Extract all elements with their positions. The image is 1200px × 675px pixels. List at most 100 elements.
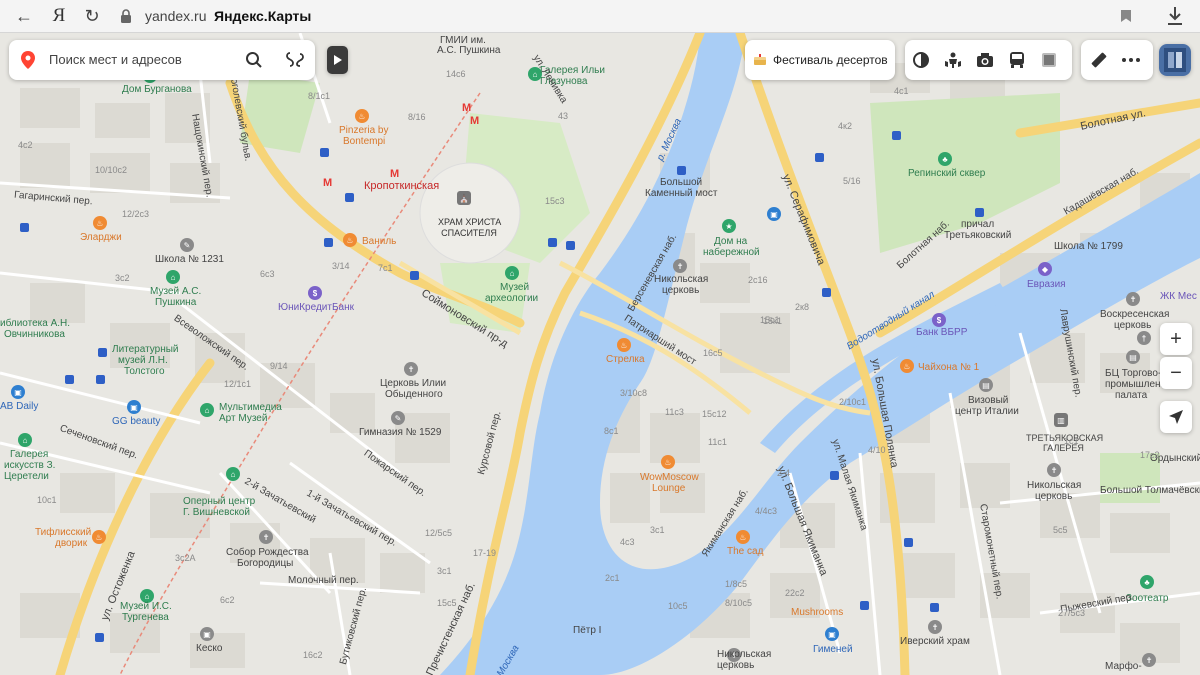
restaurant-icon[interactable]: ♨ — [343, 233, 357, 247]
restaurant-icon[interactable]: ♨ — [900, 359, 914, 373]
museum-icon[interactable]: ⌂ — [200, 403, 214, 417]
bank-icon[interactable]: $ — [932, 313, 946, 327]
poi-label[interactable]: А.С. Пушкина — [437, 45, 500, 56]
poi-label[interactable]: дворик — [55, 538, 87, 549]
yandex-logo[interactable]: Я — [47, 5, 71, 27]
map-layers-icon[interactable] — [905, 44, 937, 76]
metro-icon[interactable]: М — [470, 115, 479, 127]
poi-label[interactable]: Каменный мост — [645, 188, 717, 199]
gallery-icon[interactable]: ▥ — [1054, 413, 1068, 427]
poi-label[interactable]: иблиотека А.Н. — [0, 318, 70, 329]
poi-label[interactable]: Богородицы — [237, 558, 293, 569]
poi-label[interactable]: Стрелка — [606, 354, 645, 365]
poi-label[interactable]: Гименей — [813, 644, 853, 655]
poi-label[interactable]: ЮниКредитБанк — [278, 302, 354, 313]
restaurant-icon[interactable]: ♨ — [736, 530, 750, 544]
shop-icon[interactable]: ▣ — [127, 400, 141, 414]
poi-label[interactable]: Тургенева — [122, 612, 169, 623]
monument-icon[interactable]: † — [1137, 331, 1151, 345]
museum-icon[interactable]: ⌂ — [505, 266, 519, 280]
shop-icon[interactable]: ▣ — [200, 627, 214, 641]
poi-label[interactable]: Школа № 1231 — [155, 254, 224, 265]
bus-stop-icon[interactable] — [975, 208, 984, 217]
bus-stop-icon[interactable] — [320, 148, 329, 157]
poi-label[interactable]: Ваниль — [362, 236, 396, 247]
shop-icon[interactable]: ▣ — [767, 207, 781, 221]
bus-transport-icon[interactable] — [1001, 44, 1033, 76]
poi-label[interactable]: церковь — [662, 285, 699, 296]
bus-stop-icon[interactable] — [410, 271, 419, 280]
bus-stop-icon[interactable] — [324, 238, 333, 247]
poi-label[interactable]: церковь — [1035, 491, 1072, 502]
poi-label[interactable]: Овчинникова — [4, 329, 65, 340]
shopping-icon[interactable]: ◆ — [1038, 262, 1052, 276]
bank-icon[interactable]: $ — [308, 286, 322, 300]
collapse-panel-button[interactable] — [327, 46, 348, 74]
route-icon[interactable] — [285, 50, 305, 70]
bus-stop-icon[interactable] — [892, 131, 901, 140]
poi-label[interactable]: Литературный — [112, 344, 179, 355]
poi-label[interactable]: археологии — [485, 293, 538, 304]
poi-label[interactable]: Кеско — [196, 643, 222, 654]
church-icon[interactable]: ✝ — [928, 620, 942, 634]
poi-label[interactable]: Mushrooms — [791, 607, 843, 618]
poi-label[interactable]: Никольская — [717, 649, 771, 660]
poi-label[interactable]: Музей А.С. — [150, 286, 201, 297]
metro-icon[interactable]: М — [323, 177, 332, 189]
poi-label[interactable]: Церетели — [4, 471, 49, 482]
poi-label[interactable]: Банк ВБРР — [916, 327, 967, 338]
poi-label[interactable]: Гимназия № 1529 — [359, 427, 441, 438]
shop-icon[interactable]: ▣ — [825, 627, 839, 641]
camera-icon[interactable] — [969, 44, 1001, 76]
bus-stop-icon[interactable] — [860, 601, 869, 610]
poi-label[interactable]: Чайхона № 1 — [918, 362, 979, 373]
poi-label[interactable]: Репинский сквер — [908, 168, 985, 179]
church-icon[interactable]: ✝ — [404, 362, 418, 376]
museum-icon[interactable]: ⌂ — [166, 270, 180, 284]
festival-promo-button[interactable]: Фестиваль десертов — [745, 40, 895, 80]
landmark-label[interactable]: СПАСИТЕЛЯ — [438, 228, 500, 239]
bus-stop-icon[interactable] — [95, 633, 104, 642]
poi-label[interactable]: Bontempi — [343, 136, 385, 147]
panorama-person-icon[interactable] — [937, 44, 969, 76]
search-icon[interactable] — [245, 51, 263, 69]
school-icon[interactable]: ✎ — [391, 411, 405, 425]
poi-label[interactable]: Большой — [660, 177, 702, 188]
cathedral-icon[interactable]: ⛪ — [457, 191, 471, 205]
poi-label[interactable]: палата — [1115, 390, 1147, 401]
poi-label[interactable]: набережной — [703, 247, 760, 258]
bus-stop-icon[interactable] — [65, 375, 74, 384]
church-icon[interactable]: ✝ — [1047, 463, 1061, 477]
bus-stop-icon[interactable] — [822, 288, 831, 297]
poi-label[interactable]: Lounge — [652, 483, 685, 494]
theatre-icon[interactable]: ♣ — [1140, 575, 1154, 589]
poi-label[interactable]: Пушкина — [155, 297, 196, 308]
poi-label[interactable]: Pinzeria by — [339, 125, 388, 136]
poi-label[interactable]: Арт Музей — [219, 413, 267, 424]
poi-label[interactable]: Марфо- — [1105, 661, 1142, 672]
office-icon[interactable]: ▤ — [979, 378, 993, 392]
poi-label[interactable]: Никольская — [654, 274, 708, 285]
bookmark-icon[interactable] — [1120, 9, 1132, 23]
bus-stop-icon[interactable] — [566, 241, 575, 250]
poi-label[interactable]: Дом Бурганова — [122, 84, 192, 95]
more-menu-icon[interactable] — [1115, 44, 1147, 76]
poi-label[interactable]: церковь — [1114, 320, 1151, 331]
restaurant-icon[interactable]: ♨ — [661, 455, 675, 469]
poi-label[interactable]: искусств З. — [4, 460, 55, 471]
poi-label[interactable]: БЦ Торгово- — [1105, 368, 1161, 379]
poi-label[interactable]: Музей И.С. — [120, 601, 172, 612]
poi-label[interactable]: Иверский храм — [900, 636, 970, 647]
bus-stop-icon[interactable] — [677, 166, 686, 175]
restaurant-icon[interactable]: ♨ — [93, 216, 107, 230]
bus-stop-icon[interactable] — [20, 223, 29, 232]
restaurant-icon[interactable]: ♨ — [92, 530, 106, 544]
bus-stop-icon[interactable] — [930, 603, 939, 612]
poi-label[interactable]: Галерея — [10, 449, 48, 460]
poi-label[interactable]: Г. Вишневской — [183, 507, 250, 518]
traffic-layer-icon[interactable] — [1033, 44, 1065, 76]
poi-label[interactable]: Третьяковский — [944, 230, 1011, 241]
url-host[interactable]: yandex.ru — [145, 8, 206, 24]
poi-label[interactable]: центр Италии — [955, 406, 1019, 417]
poi-label[interactable]: ЖК Мес — [1160, 291, 1197, 302]
